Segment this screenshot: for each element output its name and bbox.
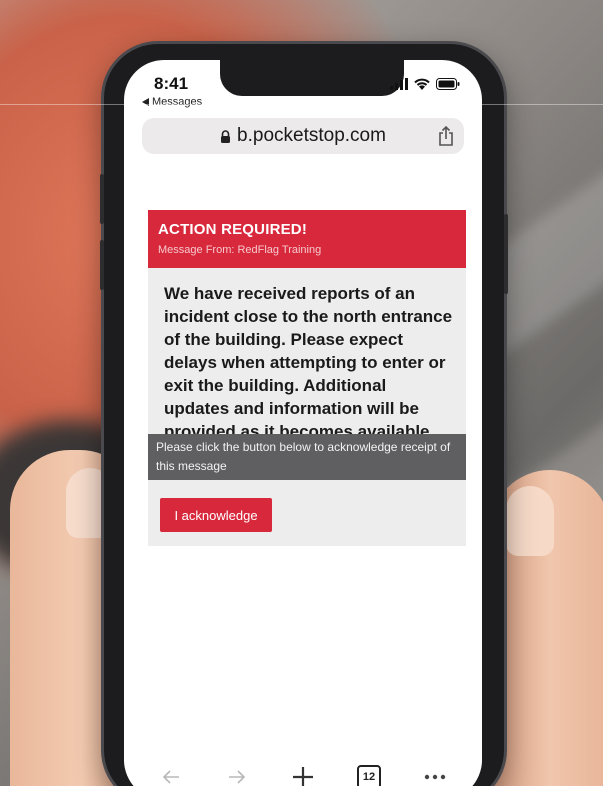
power-button — [504, 214, 508, 294]
share-icon — [439, 125, 453, 146]
acknowledge-prompt: Please click the button below to acknowl… — [148, 434, 466, 480]
forward-arrow-icon — [229, 770, 246, 784]
more-button[interactable] — [415, 762, 455, 786]
phone-screen: 8:41 Messages b.pocketstop.com ACTION RE… — [124, 60, 482, 786]
tab-count: 12 — [357, 765, 381, 786]
browser-toolbar: 12 — [124, 754, 482, 786]
alert-banner: ACTION REQUIRED! Message From: RedFlag T… — [148, 210, 466, 268]
volume-button — [100, 240, 104, 290]
back-arrow-icon — [162, 770, 179, 784]
alert-subtitle: Message From: RedFlag Training — [158, 244, 322, 256]
alert-title: ACTION REQUIRED! — [158, 221, 308, 238]
alert-message: We have received reports of an incident … — [164, 284, 453, 441]
acknowledge-button[interactable]: I acknowledge — [160, 498, 272, 532]
add-icon — [293, 767, 313, 786]
status-time: 8:41 — [154, 74, 189, 93]
alert-card: ACTION REQUIRED! Message From: RedFlag T… — [148, 210, 466, 546]
url-text: b.pocketstop.com — [237, 125, 386, 146]
scan-line — [0, 104, 603, 105]
right-thumbnail — [506, 486, 554, 556]
back-button[interactable] — [151, 762, 191, 786]
volume-button — [100, 174, 104, 224]
battery-icon — [436, 78, 460, 90]
forward-button[interactable] — [217, 762, 257, 786]
right-hand — [490, 470, 603, 786]
signal-icon — [390, 78, 408, 90]
address-bar[interactable]: b.pocketstop.com — [142, 118, 464, 154]
add-button[interactable] — [283, 762, 323, 786]
phone-notch — [220, 60, 404, 96]
photo-scene: 8:41 Messages b.pocketstop.com ACTION RE… — [0, 0, 603, 786]
more-icon — [424, 774, 446, 780]
tabs-button[interactable]: 12 — [349, 762, 389, 786]
phone: 8:41 Messages b.pocketstop.com ACTION RE… — [100, 44, 508, 786]
back-label: Messages — [152, 96, 203, 108]
status-icons — [390, 78, 460, 90]
share-button[interactable] — [438, 125, 454, 152]
lock-icon — [221, 129, 231, 143]
wifi-icon — [414, 78, 430, 90]
back-to-messages[interactable]: Messages — [142, 96, 202, 108]
